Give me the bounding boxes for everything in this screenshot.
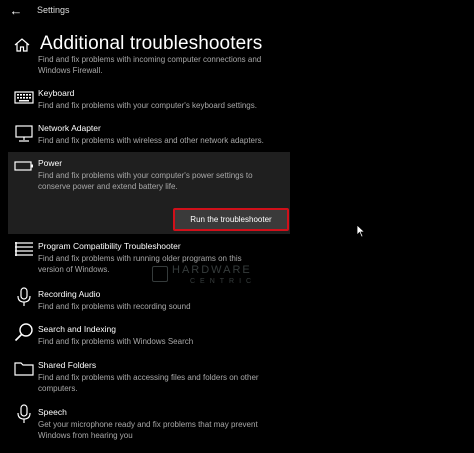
chip-logo-icon [152,266,168,282]
shared-folders-icon [14,362,34,376]
item-name: Power [38,158,63,168]
keyboard-icon [14,91,34,104]
item-name: Keyboard [38,88,75,98]
network-adapter-icon [15,125,33,142]
troubleshooter-item-keyboard[interactable]: Keyboard Find and fix problems with your… [0,86,300,116]
item-name: Network Adapter [38,123,101,133]
troubleshooter-item-network-adapter[interactable]: Network Adapter Find and fix problems wi… [0,122,300,152]
item-description: Find and fix problems with your computer… [38,101,257,110]
search-icon [14,323,33,342]
troubleshooter-item-speech[interactable]: Speech Get your microphone ready and fix… [0,403,300,443]
home-icon[interactable] [14,38,30,52]
item-description: Find and fix problems with wireless and … [38,136,264,145]
item-name: Speech [38,407,67,417]
troubleshooter-item-shared-folders[interactable]: Shared Folders Find and fix problems wit… [0,357,300,395]
clipped-item-description: Find and fix problems with incoming comp… [38,55,262,75]
item-name: Program Compatibility Troubleshooter [38,241,181,251]
mouse-cursor-icon [356,224,366,238]
item-description: Find and fix problems with accessing fil… [38,373,259,393]
watermark-brand: HARDWARE [172,264,252,276]
window-title: Settings [37,5,70,15]
run-troubleshooter-button[interactable]: Run the troubleshooter [173,208,289,231]
troubleshooter-item-search-indexing[interactable]: Search and Indexing Find and fix problem… [0,321,300,351]
battery-icon [14,161,33,171]
item-name: Recording Audio [38,289,101,299]
page-title: Additional troubleshooters [40,33,263,54]
speech-microphone-icon [17,404,31,423]
program-compatibility-icon [15,242,33,256]
item-name: Search and Indexing [38,324,116,334]
item-description: Find and fix problems with recording sou… [38,302,191,311]
microphone-icon [17,287,31,306]
hardware-centric-watermark: HARDWARE CENTRIC [152,264,282,292]
item-description: Get your microphone ready and fix proble… [38,420,258,440]
item-description: Find and fix problems with your computer… [38,171,253,191]
troubleshooter-item-power[interactable]: Power Find and fix problems with your co… [0,156,300,196]
item-name: Shared Folders [38,360,97,370]
item-description: Find and fix problems with Windows Searc… [38,337,194,346]
watermark-sub: CENTRIC [190,278,257,285]
back-arrow-icon[interactable]: ← [6,2,26,20]
title-bar: ← Settings [0,0,474,24]
